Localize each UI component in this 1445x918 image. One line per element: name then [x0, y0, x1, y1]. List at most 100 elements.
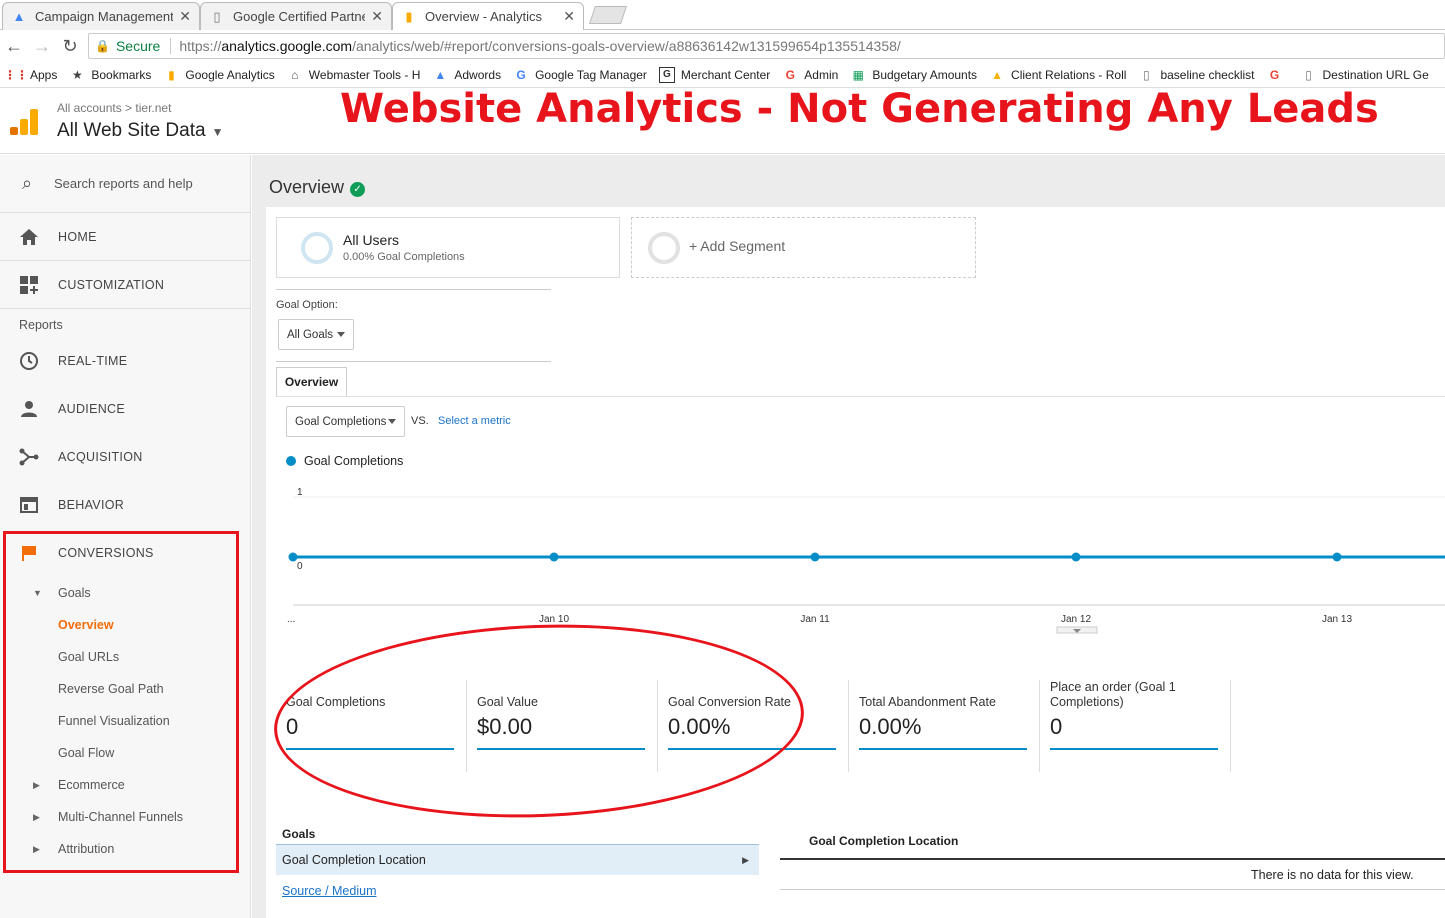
y-tick-label: 1 [297, 487, 303, 498]
page-icon: ▯ [1143, 67, 1150, 82]
bookmark-google-analytics[interactable]: ▮ Google Analytics [163, 67, 275, 83]
tab-overview[interactable]: Overview [276, 367, 347, 396]
sidebar-item-conversions[interactable]: CONVERSIONS [0, 529, 250, 577]
chart-legend: Goal Completions [286, 454, 403, 468]
google-g-icon: G [516, 67, 526, 82]
sidebar-item-realtime[interactable]: REAL-TIME [0, 337, 250, 385]
data-point [1332, 552, 1342, 562]
sidebar-item-customization[interactable]: CUSTOMIZATION [0, 261, 250, 309]
close-icon[interactable]: ✕ [563, 8, 575, 25]
close-icon[interactable]: ✕ [179, 8, 191, 25]
verified-check-icon: ✓ [350, 182, 366, 197]
main-content: Overview ✓ All Users 0.00% Goal Completio… [252, 155, 1445, 918]
select-metric-link[interactable]: Select a metric [438, 415, 511, 427]
google-g-icon: G [785, 67, 795, 82]
data-point [288, 552, 298, 562]
close-icon[interactable]: ✕ [371, 8, 383, 25]
sheets-icon: ▦ [852, 67, 864, 82]
browser-tab-strip: ▲ Campaign Management ✕ ▯ Google Certifi… [0, 0, 1445, 30]
reports-label: Reports [19, 318, 63, 332]
x-tick-label: Jan 11 [800, 614, 830, 625]
caret-down-icon [337, 332, 345, 337]
x-tick-label: Jan 13 [1322, 614, 1352, 625]
metric-goal-value[interactable]: Goal Value $0.00 [477, 680, 657, 750]
sidebar-item-audience[interactable]: AUDIENCE [0, 385, 250, 433]
lock-icon: 🔒 [95, 39, 110, 53]
add-segment-button[interactable]: + Add Segment [631, 217, 976, 278]
x-tick-label: Jan 10 [539, 614, 569, 625]
analytics-icon: ▮ [405, 8, 413, 24]
bookmark-destination-url[interactable]: ▯ Destination URL Ge [1301, 67, 1429, 83]
clock-icon [0, 352, 58, 370]
bookmark-google-tag-manager[interactable]: G Google Tag Manager [513, 67, 647, 83]
new-tab-button[interactable] [589, 6, 627, 24]
bookmark-apps[interactable]: ⋮⋮ Apps [4, 67, 57, 83]
metric-total-abandonment-rate[interactable]: Total Abandonment Rate 0.00% [859, 680, 1039, 750]
sidebar-item-ecommerce[interactable]: ▶ Ecommerce [0, 769, 250, 801]
back-icon[interactable]: ← [0, 36, 28, 57]
sidebar: ⌕ Search reports and help HOME CUSTOMIZA… [0, 155, 251, 918]
dashboard-icon [0, 275, 58, 294]
sidebar-item-goals-overview[interactable]: Overview [0, 609, 250, 641]
bookmark-google[interactable]: G [1267, 67, 1289, 83]
flag-icon [0, 545, 58, 561]
sidebar-item-goal-urls[interactable]: Goal URLs [0, 641, 250, 673]
metric-select[interactable]: Goal Completions [286, 406, 405, 437]
metric-goal-conversion-rate[interactable]: Goal Conversion Rate 0.00% [668, 680, 848, 750]
breadcrumb[interactable]: All accounts > tier.net [57, 101, 171, 115]
bookmark-adwords[interactable]: ▲ Adwords [432, 67, 501, 83]
triangle-right-icon: ▶ [33, 811, 40, 822]
x-tick-label: ... [287, 614, 295, 625]
tab-overview-analytics[interactable]: ▮ Overview - Analytics ✕ [392, 2, 584, 30]
view-selector[interactable]: All Web Site Data ▼ [57, 120, 223, 142]
sidebar-item-goals[interactable]: ▼ Goals [0, 577, 250, 609]
sidebar-item-funnel-visualization[interactable]: Funnel Visualization [0, 705, 250, 737]
triangle-down-icon: ▼ [33, 588, 42, 598]
sidebar-item-reverse-goal-path[interactable]: Reverse Goal Path [0, 673, 250, 705]
segment-ring-icon [648, 232, 680, 264]
metric-goal-completions[interactable]: Goal Completions 0 [286, 680, 466, 750]
tab-google-certified-partner[interactable]: ▯ Google Certified Partner ✕ [200, 2, 392, 30]
bookmark-client-relations[interactable]: ▲ Client Relations - Roll [989, 67, 1126, 83]
sidebar-item-behavior[interactable]: BEHAVIOR [0, 481, 250, 529]
sidebar-item-home[interactable]: HOME [0, 213, 250, 261]
forward-icon[interactable]: → [28, 36, 56, 57]
sidebar-item-goal-flow[interactable]: Goal Flow [0, 737, 250, 769]
analytics-logo-icon[interactable] [10, 109, 38, 135]
reload-icon[interactable]: ↻ [56, 36, 84, 57]
divider [276, 289, 551, 290]
page-title: Overview ✓ [269, 177, 366, 198]
bookmark-merchant-center[interactable]: G Merchant Center [658, 66, 770, 83]
bookmark-baseline-checklist[interactable]: ▯ baseline checklist [1138, 67, 1254, 83]
url-input[interactable]: 🔒 Secure https://analytics.google.com/an… [88, 33, 1445, 59]
vs-label: VS. [411, 415, 429, 427]
bookmark-admin[interactable]: G Admin [782, 67, 839, 83]
bookmark-bookmarks[interactable]: ★ Bookmarks [69, 67, 151, 83]
adwords-icon: ▲ [12, 9, 26, 24]
webmaster-icon: ⌂ [291, 67, 299, 82]
sidebar-item-attribution[interactable]: ▶ Attribution [0, 833, 250, 865]
address-bar: ← → ↻ 🔒 Secure https://analytics.google.… [0, 30, 1445, 62]
caret-down-icon [388, 419, 396, 424]
goal-option-select[interactable]: All Goals [278, 319, 354, 350]
bookmark-webmaster-tools[interactable]: ⌂ Webmaster Tools - H [287, 67, 420, 83]
analytics-header: All accounts > tier.net All Web Site Dat… [0, 86, 1445, 154]
bookmarks-bar: ⋮⋮ Apps ★ Bookmarks ▮ Google Analytics ⌂ Web… [0, 62, 1445, 88]
sidebar-item-multichannel-funnels[interactable]: ▶ Multi-Channel Funnels [0, 801, 250, 833]
metric-place-an-order[interactable]: Place an order (Goal 1 Completions) 0 [1050, 680, 1230, 750]
sidebar-item-acquisition[interactable]: ACQUISITION [0, 433, 250, 481]
search-reports[interactable]: ⌕ Search reports and help [0, 155, 250, 213]
google-g-icon: G [1269, 67, 1280, 82]
page-icon: ▯ [1305, 67, 1312, 82]
triangle-right-icon: ▶ [33, 843, 40, 854]
source-medium-link[interactable]: Source / Medium [282, 884, 376, 898]
tab-campaign-management[interactable]: ▲ Campaign Management ✕ [2, 2, 200, 30]
data-point [810, 552, 820, 562]
secure-label: Secure [116, 38, 172, 54]
data-point [1071, 552, 1081, 562]
goal-completions-chart[interactable]: 0 1... Jan 10 Jan 11 Jan 12 Jan 13 [266, 467, 1445, 647]
goal-completion-location-row[interactable]: Goal Completion Location ▶ [276, 844, 759, 875]
page-icon: ▯ [213, 8, 221, 24]
bookmark-budgetary-amounts[interactable]: ▦ Budgetary Amounts [850, 67, 977, 83]
segment-all-users[interactable]: All Users 0.00% Goal Completions [276, 217, 620, 278]
